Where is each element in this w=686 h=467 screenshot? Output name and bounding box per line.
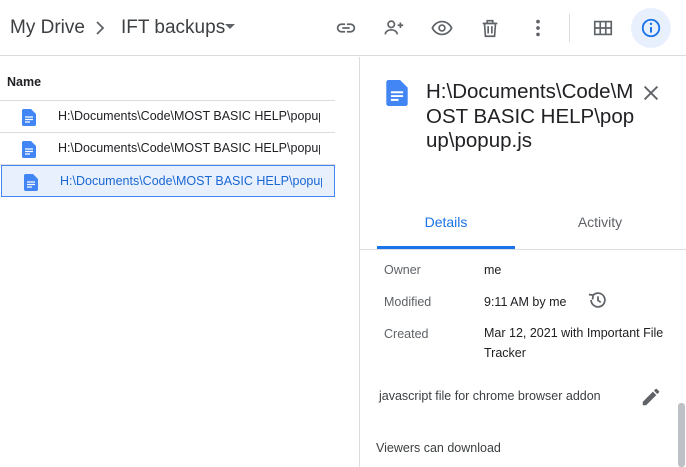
add-person-icon bbox=[384, 20, 404, 35]
grid-view-icon bbox=[593, 20, 613, 36]
created-value: Mar 12, 2021 with Important File Tracker bbox=[484, 326, 664, 360]
description-text[interactable]: javascript file for chrome browser addon bbox=[379, 389, 601, 403]
file-list: Name H:\Documents\Code\MOST BASIC HELP\p… bbox=[0, 57, 359, 467]
grid-view-button[interactable] bbox=[587, 12, 619, 44]
history-icon[interactable] bbox=[587, 289, 609, 311]
created-label: Created bbox=[384, 327, 429, 341]
file-row-selected[interactable]: H:\Documents\Code\MOST BASIC HELP\popup\… bbox=[1, 165, 335, 197]
tab-details[interactable]: Details bbox=[377, 214, 515, 230]
file-name: H:\Documents\Code\MOST BASIC HELP\popup\… bbox=[58, 141, 320, 155]
viewers-can-download-text: Viewers can download bbox=[376, 441, 501, 455]
caret-down-icon[interactable] bbox=[225, 24, 235, 29]
details-title: H:\Documents\Code\MOST BASIC HELP\popup\… bbox=[426, 80, 635, 152]
owner-value: me bbox=[484, 263, 502, 277]
eye-icon bbox=[431, 20, 453, 36]
doc-file-icon bbox=[24, 174, 38, 191]
share-button[interactable] bbox=[378, 12, 410, 44]
name-column-header[interactable]: Name bbox=[7, 75, 41, 89]
top-bar: My Drive IFT backups bbox=[0, 0, 686, 56]
tab-activity[interactable]: Activity bbox=[525, 214, 675, 230]
chevron-right-icon bbox=[96, 21, 105, 35]
owner-label: Owner bbox=[384, 263, 421, 277]
close-icon[interactable] bbox=[640, 82, 662, 104]
get-link-button[interactable] bbox=[330, 12, 362, 44]
details-panel: H:\Documents\Code\MOST BASIC HELP\popup\… bbox=[359, 57, 686, 467]
trash-icon bbox=[482, 19, 498, 38]
file-name: H:\Documents\Code\MOST BASIC HELP\popup\… bbox=[58, 109, 320, 123]
doc-file-icon bbox=[22, 109, 36, 126]
view-details-button[interactable] bbox=[631, 8, 671, 48]
info-icon bbox=[641, 18, 661, 38]
doc-file-icon bbox=[22, 141, 36, 158]
modified-value: 9:11 AM by me bbox=[484, 295, 567, 309]
details-scrollbar[interactable] bbox=[678, 403, 685, 467]
file-name: H:\Documents\Code\MOST BASIC HELP\popup\… bbox=[60, 174, 322, 188]
pencil-icon[interactable] bbox=[640, 386, 662, 408]
modified-label: Modified bbox=[384, 295, 432, 309]
breadcrumb-my-drive[interactable]: My Drive bbox=[10, 15, 85, 41]
remove-button[interactable] bbox=[474, 12, 506, 44]
breadcrumb-current-folder[interactable]: IFT backups bbox=[121, 15, 225, 41]
preview-button[interactable] bbox=[426, 12, 458, 44]
file-row[interactable]: H:\Documents\Code\MOST BASIC HELP\popup\… bbox=[0, 101, 335, 133]
file-row[interactable]: H:\Documents\Code\MOST BASIC HELP\popup\… bbox=[0, 133, 335, 165]
tabs-divider bbox=[360, 249, 686, 250]
toolbar-divider bbox=[569, 14, 570, 42]
more-actions-button[interactable] bbox=[522, 12, 554, 44]
link-icon bbox=[336, 23, 356, 33]
doc-file-icon bbox=[386, 80, 408, 106]
more-vert-icon bbox=[536, 19, 540, 37]
